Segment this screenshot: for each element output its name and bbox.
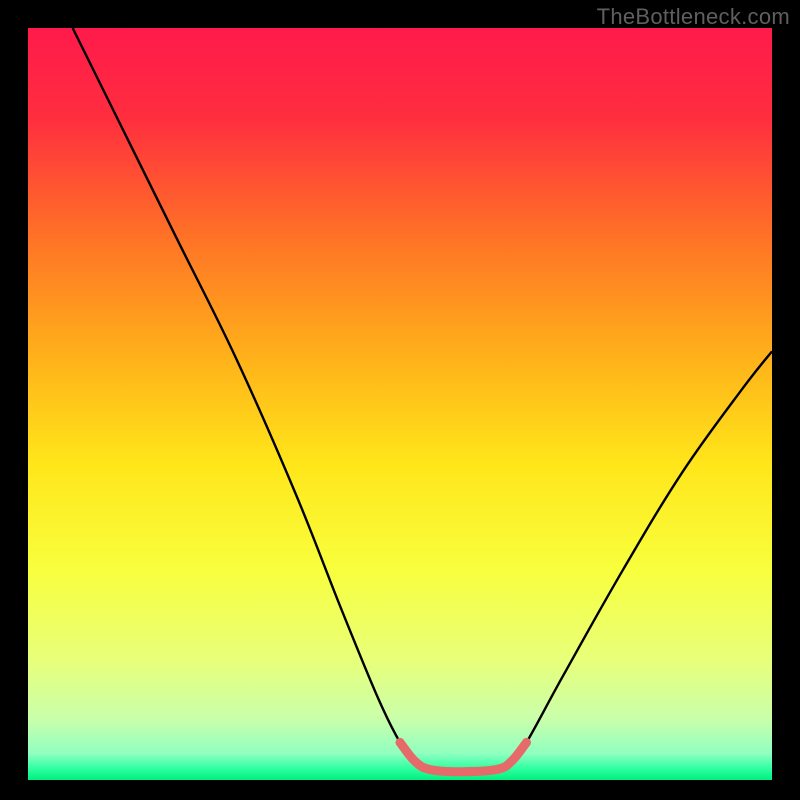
plot-area	[28, 28, 772, 780]
credit-text: TheBottleneck.com	[597, 4, 790, 30]
curves-layer	[28, 28, 772, 780]
valley-overlay	[400, 742, 526, 771]
bottleneck-curve	[73, 28, 772, 772]
chart-frame: TheBottleneck.com	[0, 0, 800, 800]
